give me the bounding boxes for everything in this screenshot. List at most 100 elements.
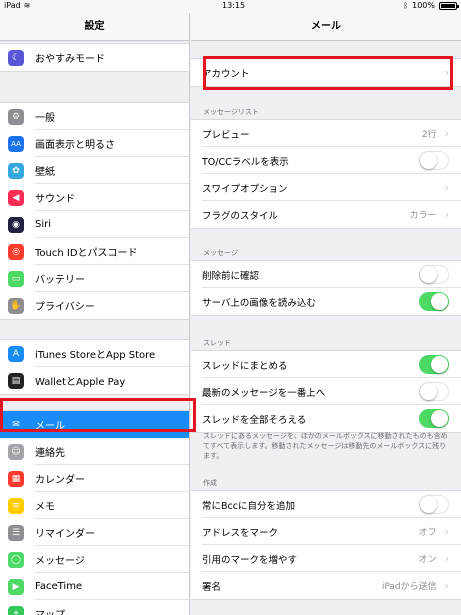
settings-row-label: フラグのスタイル (202, 210, 279, 222)
sidebar-item-label: 連絡先 (35, 448, 65, 459)
chevron-right-icon: › (444, 552, 449, 565)
settings-row-label: サーバ上の画像を読み込む (202, 297, 316, 309)
settings-row[interactable]: 署名 iPadから送信 › (191, 572, 461, 599)
settings-row-value: iPadから送信 (381, 582, 437, 592)
settings-row[interactable]: スレッドにまとめる (191, 351, 461, 378)
settings-row-label: プレビュー (202, 129, 250, 141)
sidebar-item[interactable]: ◉ Siri (0, 211, 189, 238)
toggle-switch[interactable] (419, 292, 449, 311)
sidebar-item[interactable]: ▶ FaceTime (0, 573, 189, 600)
settings-sidebar[interactable]: 設定 ☾ おやすみモード ⚙ 一般 AA 画面表示と明るさ ✿ 壁紙 ◀ サウンド ◉ Siri ◎ To… (0, 13, 190, 615)
sidebar-item[interactable]: ◯ メッセージ (0, 546, 189, 573)
sidebar-item-label: プライバシー (35, 302, 95, 313)
chevron-right-icon: › (444, 127, 449, 140)
sidebar-item[interactable]: ◀ サウンド (0, 184, 189, 211)
sidebar-item[interactable]: ✉ メール (0, 411, 189, 438)
settings-row-value: オフ (418, 528, 437, 538)
device-name: iPad (4, 1, 21, 10)
sidebar-item[interactable]: ☰ リマインダー (0, 519, 189, 546)
sidebar-group: ✉ メール ☺ 連絡先 ▦ カレンダー ≡ メモ ☰ リマインダー ◯ メッセージ ▶ FaceTime ⌖… (0, 410, 189, 615)
settings-row-value: カラー (409, 211, 437, 221)
section-footer: スレッドにあるメッセージを、ほかのメールボックスに移動されたものも含めてすべて表… (203, 432, 448, 460)
toggle-switch[interactable] (419, 355, 449, 374)
sidebar-item-label: FaceTime (35, 581, 83, 592)
sidebar-item[interactable]: AiTunes StoreとApp Store (0, 340, 189, 367)
settings-row-label: 削除前に確認 (202, 270, 260, 282)
sidebar-item[interactable]: AA 画面表示と明るさ (0, 130, 189, 157)
notes-icon: ≡ (8, 497, 24, 514)
contacts-icon: ☺ (8, 443, 24, 460)
toggle-switch[interactable] (419, 151, 449, 170)
maps-icon: ⌖ (8, 605, 24, 615)
chevron-right-icon: › (444, 181, 449, 194)
settings-row-label: 引用のマークを増やす (202, 554, 298, 566)
section-header: 作成 (203, 479, 217, 487)
battery-icon: ▭ (8, 270, 24, 287)
settings-row[interactable]: フラグのスタイル カラー › (191, 201, 461, 228)
fingerprint-icon: ◎ (8, 243, 24, 260)
settings-row-label: TO/CCラベルを表示 (202, 156, 289, 168)
settings-row[interactable]: アドレスをマーク オフ › (191, 518, 461, 545)
settings-group: 常にBccに自分を追加 アドレスをマーク オフ › 引用のマークを増やす オン › 署名 iPa… (191, 490, 461, 600)
sidebar-group: ☾ おやすみモード (0, 43, 189, 72)
reminders-icon: ☰ (8, 524, 24, 541)
toggle-switch[interactable] (419, 382, 449, 401)
sidebar-item[interactable]: ◎ Touch IDとパスコード (0, 238, 189, 265)
settings-row-label: 常にBccに自分を追加 (202, 500, 295, 512)
settings-row[interactable]: プレビュー 2行 › (191, 120, 461, 147)
settings-group: スレッドにまとめる最新のメッセージを一番上へ スレッドを全部そろえる (191, 350, 461, 433)
sidebar-item-label: メッセージ (35, 556, 85, 567)
sidebar-item-label: Touch IDとパスコード (35, 248, 138, 259)
chevron-right-icon: › (444, 66, 449, 79)
facetime-icon: ▶ (8, 578, 24, 595)
sidebar-item-label: バッテリー (35, 275, 85, 286)
account-row[interactable]: アカウント › (191, 59, 461, 86)
sidebar-item[interactable]: ⚙ 一般 (0, 103, 189, 130)
sidebar-item-label: Siri (35, 219, 52, 230)
toggle-switch[interactable] (419, 409, 449, 428)
sidebar-item-label: 一般 (35, 113, 55, 124)
settings-row[interactable]: 常にBccに自分を追加 (191, 491, 461, 518)
sidebar-item[interactable]: ▦ カレンダー (0, 465, 189, 492)
settings-row[interactable]: 最新のメッセージを一番上へ (191, 378, 461, 405)
sidebar-item-label: iTunes StoreとApp Store (35, 350, 156, 361)
settings-row[interactable]: TO/CCラベルを表示 (191, 147, 461, 174)
wifi-icon: ≋ (23, 1, 31, 10)
settings-row[interactable]: スレッドを全部そろえる (191, 405, 461, 432)
settings-row[interactable]: 削除前に確認 (191, 261, 461, 288)
sidebar-item[interactable]: ✋ プライバシー (0, 292, 189, 319)
wallpaper-icon: ✿ (8, 162, 24, 179)
settings-row[interactable]: スワイプオプション › (191, 174, 461, 201)
chevron-right-icon: › (444, 579, 449, 592)
sidebar-item[interactable]: ▤ WalletとApple Pay (0, 367, 189, 394)
settings-row[interactable]: 引用のマークを増やす オン › (191, 545, 461, 572)
toggle-switch[interactable] (419, 495, 449, 514)
page-title: メール (191, 13, 461, 41)
sidebar-item[interactable]: ▭ バッテリー (0, 265, 189, 292)
app-store-icon: A (8, 345, 24, 362)
sidebar-item[interactable]: ☺ 連絡先 (0, 438, 189, 465)
sidebar-item[interactable]: ✿ 壁紙 (0, 157, 189, 184)
messages-icon: ◯ (8, 551, 24, 568)
battery-percent: 100% (412, 1, 435, 10)
settings-row-label: スレッドにまとめる (202, 360, 288, 372)
sidebar-item-label: メモ (35, 502, 55, 513)
siri-icon: ◉ (8, 216, 24, 233)
settings-row-label: 最新のメッセージを一番上へ (202, 387, 326, 399)
settings-row-label: スワイプオプション (202, 183, 288, 195)
bluetooth-icon: ᛒ (403, 1, 409, 10)
speaker-icon: ◀ (8, 189, 24, 206)
sidebar-item[interactable]: ≡ メモ (0, 492, 189, 519)
settings-group: 削除前に確認サーバ上の画像を読み込む (191, 260, 461, 316)
settings-row[interactable]: サーバ上の画像を読み込む (191, 288, 461, 315)
sidebar-item-label: サウンド (35, 194, 75, 205)
toggle-switch[interactable] (419, 265, 449, 284)
sidebar-item-label: 画面表示と明るさ (35, 140, 115, 151)
mail-settings-pane[interactable]: メール アカウント › メッセージリスト プレビュー 2行 › TO/CCラベルを表示ス… (191, 13, 461, 615)
settings-row-label: スレッドを全部そろえる (202, 414, 307, 426)
sidebar-item[interactable]: ☾ おやすみモード (0, 44, 189, 71)
sidebar-title: 設定 (0, 13, 189, 41)
status-bar: iPad ≋ 13:15 ᛒ 100% (0, 0, 461, 13)
sidebar-item[interactable]: ⌖ マップ (0, 600, 189, 615)
wallet-icon: ▤ (8, 372, 24, 389)
